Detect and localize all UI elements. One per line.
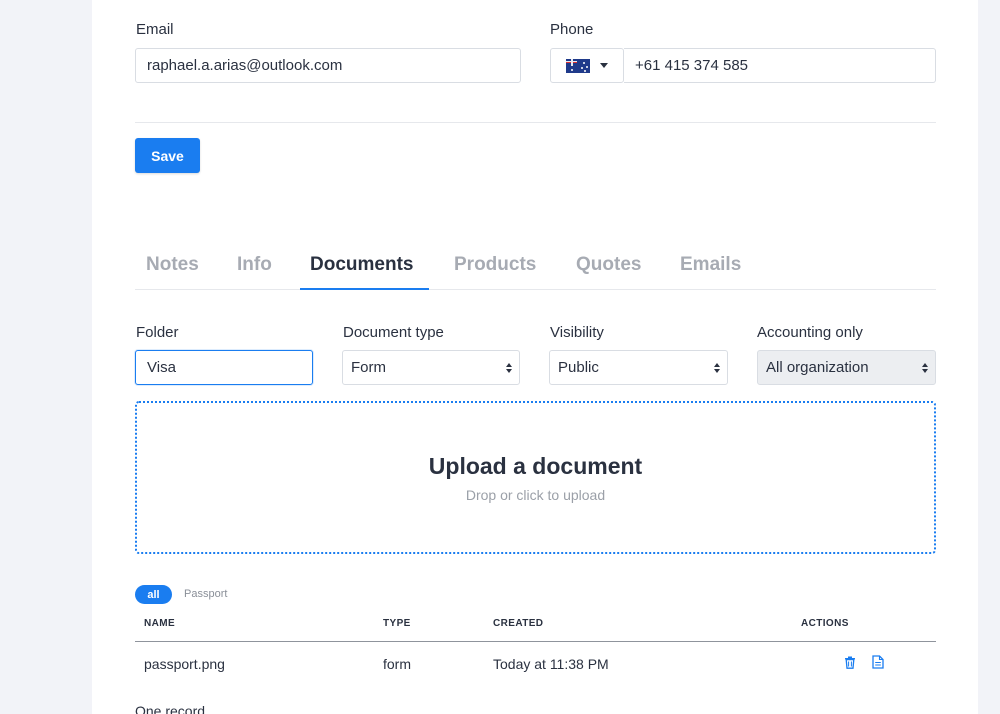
upload-subtitle: Drop or click to upload bbox=[465, 487, 606, 503]
select-arrows-icon bbox=[506, 362, 512, 373]
column-header-actions: ACTIONS bbox=[801, 618, 849, 629]
tab-notes[interactable]: Notes bbox=[146, 254, 199, 276]
save-button[interactable]: Save bbox=[135, 138, 200, 173]
tab-products[interactable]: Products bbox=[454, 254, 536, 276]
australia-flag-icon bbox=[566, 58, 590, 73]
select-arrows-icon bbox=[714, 362, 720, 373]
accounting-value: All organization bbox=[766, 359, 869, 376]
phone-value: +61 415 374 585 bbox=[635, 57, 749, 74]
table-header-divider bbox=[135, 641, 936, 642]
accounting-label: Accounting only bbox=[757, 324, 863, 341]
folder-input[interactable]: Visa bbox=[135, 350, 313, 385]
column-header-type: TYPE bbox=[383, 618, 411, 629]
country-code-select[interactable] bbox=[550, 48, 624, 83]
visibility-label: Visibility bbox=[550, 324, 604, 341]
email-input[interactable]: raphael.a.arias@outlook.com bbox=[135, 48, 521, 83]
phone-label: Phone bbox=[550, 21, 594, 38]
upload-title: Upload a document bbox=[428, 453, 643, 479]
visibility-select[interactable]: Public bbox=[549, 350, 728, 385]
phone-input[interactable]: +61 415 374 585 bbox=[624, 48, 936, 83]
select-arrows-icon bbox=[922, 362, 928, 373]
tab-emails[interactable]: Emails bbox=[680, 254, 741, 276]
column-header-created: CREATED bbox=[493, 618, 544, 629]
tab-documents[interactable]: Documents bbox=[310, 254, 413, 276]
document-name[interactable]: passport.png bbox=[144, 656, 225, 672]
folder-value: Visa bbox=[147, 359, 176, 376]
tab-info[interactable]: Info bbox=[237, 254, 272, 276]
email-label: Email bbox=[136, 21, 174, 38]
tab-quotes[interactable]: Quotes bbox=[576, 254, 641, 276]
email-value: raphael.a.arias@outlook.com bbox=[147, 57, 343, 74]
filter-passport[interactable]: Passport bbox=[184, 588, 227, 600]
tabs-divider bbox=[135, 289, 936, 290]
visibility-value: Public bbox=[558, 359, 599, 376]
document-created: Today at 11:38 PM bbox=[493, 656, 609, 672]
active-tab-indicator bbox=[300, 288, 429, 290]
record-count: One record bbox=[135, 703, 206, 714]
folder-label: Folder bbox=[136, 324, 179, 341]
accounting-select[interactable]: All organization bbox=[757, 350, 936, 385]
document-type-label: Document type bbox=[343, 324, 444, 341]
trash-icon[interactable] bbox=[843, 655, 857, 669]
filter-all[interactable]: all bbox=[135, 585, 172, 604]
document-type-value: Form bbox=[351, 359, 386, 376]
document-icon[interactable] bbox=[871, 655, 885, 669]
document-type: form bbox=[383, 656, 411, 672]
form-divider bbox=[135, 122, 936, 123]
document-type-select[interactable]: Form bbox=[342, 350, 520, 385]
caret-down-icon bbox=[600, 63, 608, 68]
column-header-name: NAME bbox=[144, 618, 176, 629]
upload-dropzone[interactable]: Upload a document Drop or click to uploa… bbox=[135, 401, 936, 554]
contact-card: Email raphael.a.arias@outlook.com Phone … bbox=[92, 0, 978, 714]
